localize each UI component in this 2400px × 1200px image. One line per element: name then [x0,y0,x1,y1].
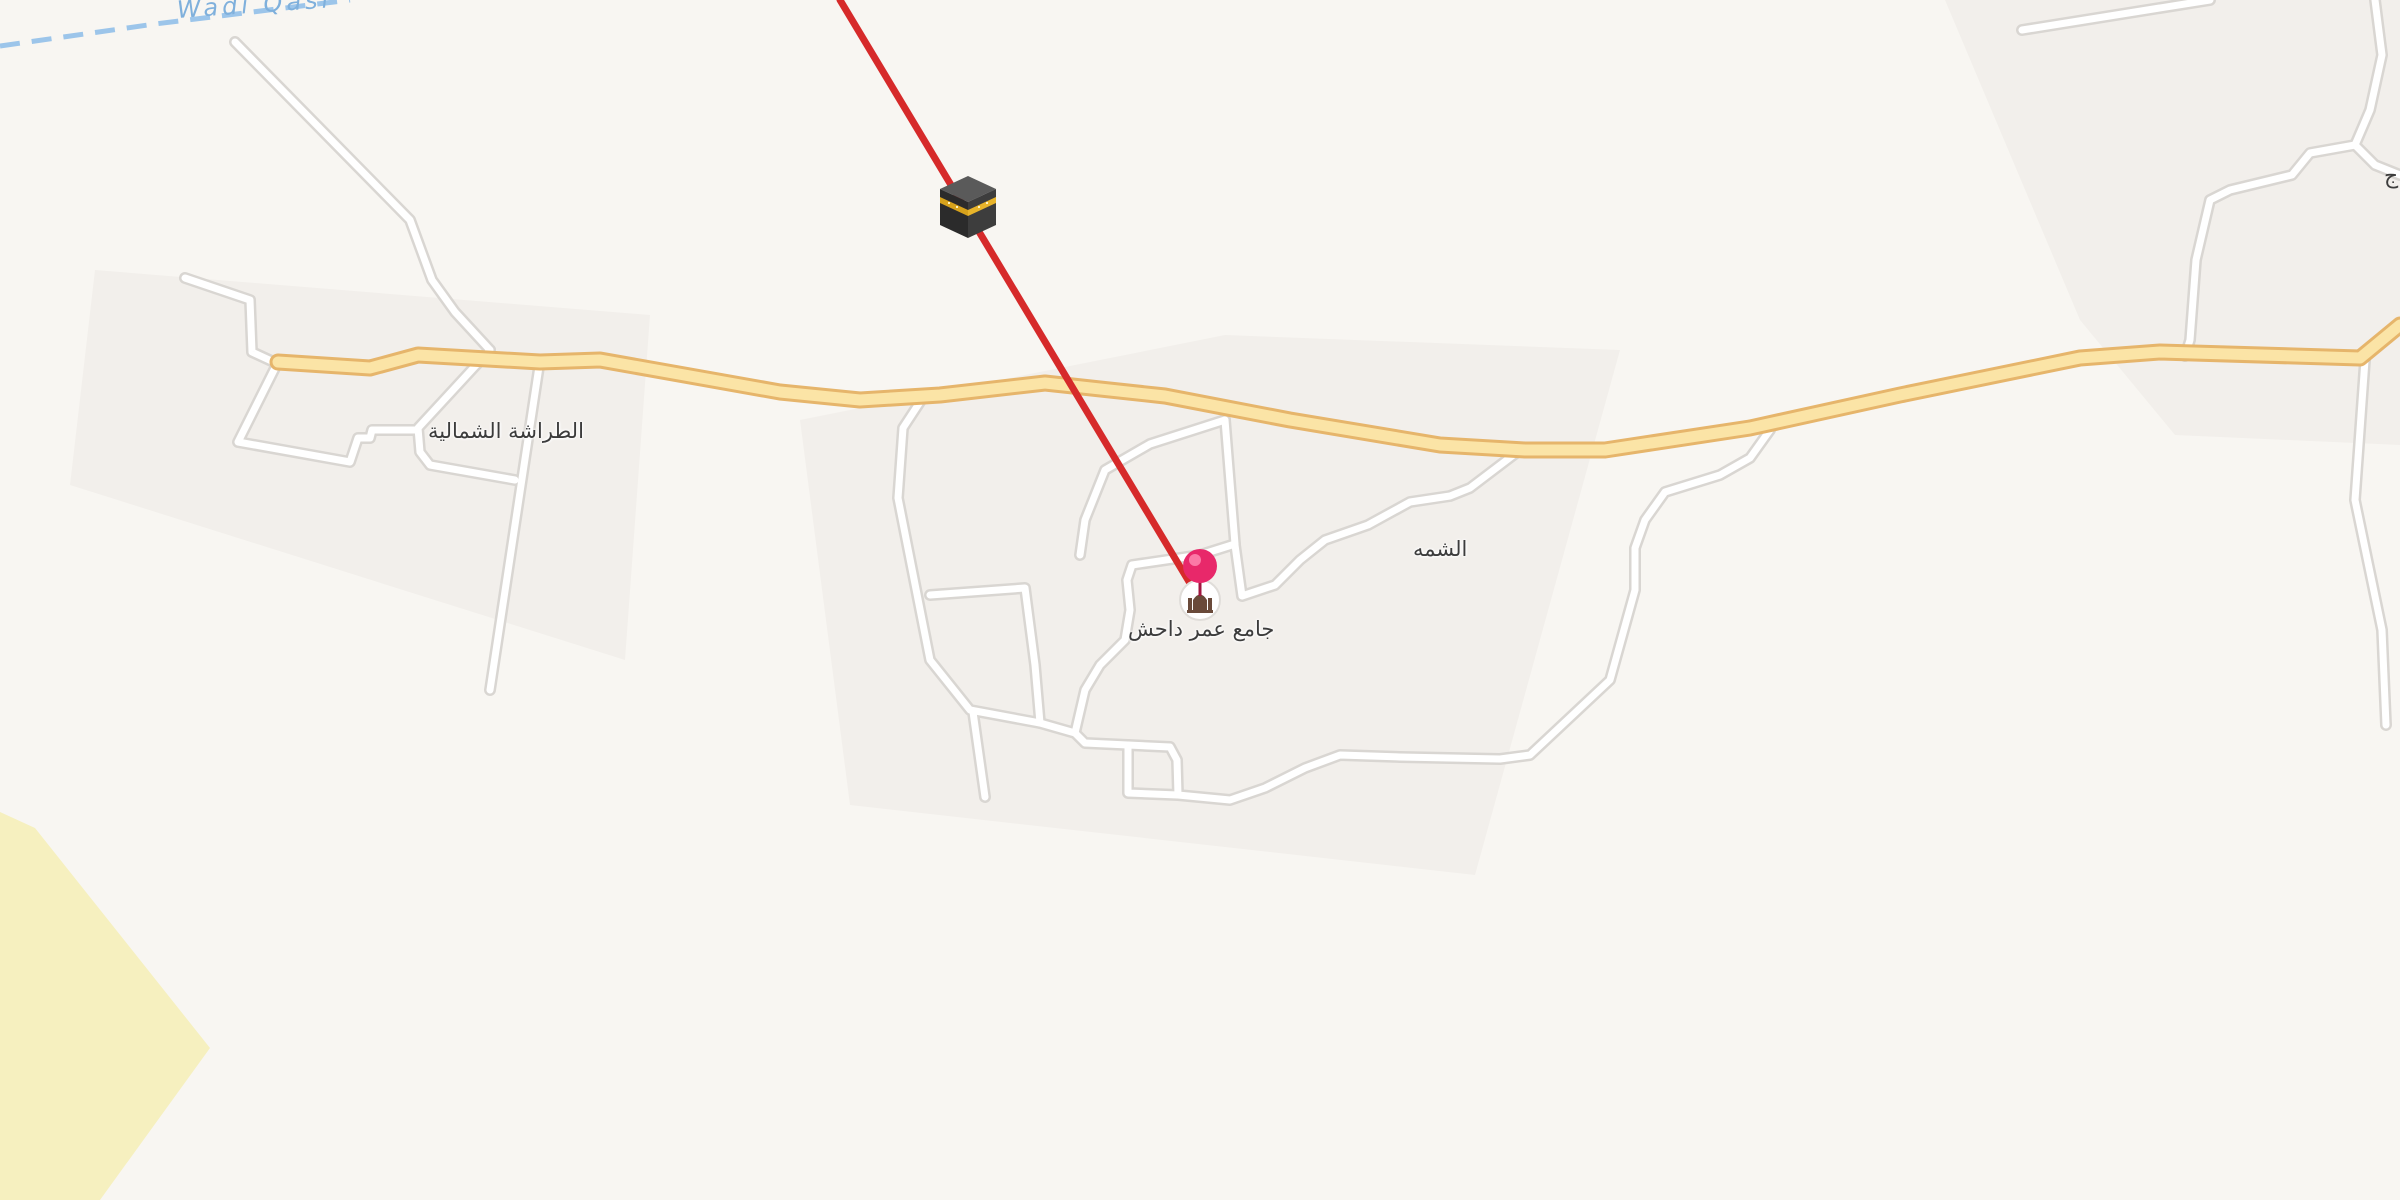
village-label-north-tarasha: الطراشة الشمالية [428,419,584,443]
residential-area-west [70,270,650,660]
partial-place-label: ج [2384,164,2399,189]
kaaba-icon[interactable] [940,176,996,238]
map-base-layer [0,0,2400,1200]
mosque-label: جامع عمر داحش [1128,617,1275,641]
map-canvas[interactable]: Wadi Qasi الطراشة الشمالية الشمه جامع عم… [0,0,2400,1200]
sand-area [0,812,210,1200]
village-label-alshama: الشمه [1413,537,1468,561]
